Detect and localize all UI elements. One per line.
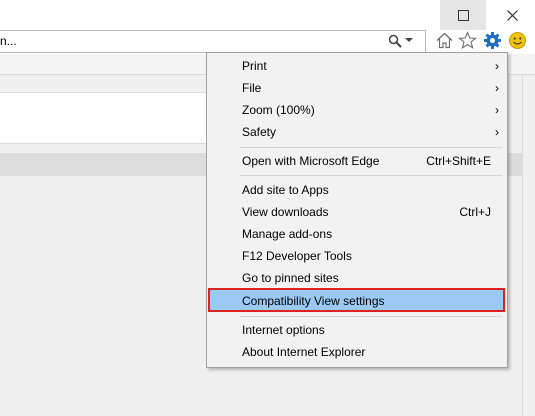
- menu-item-file[interactable]: File ›: [209, 77, 505, 99]
- menu-item-about-internet-explorer[interactable]: About Internet Explorer: [209, 341, 505, 363]
- menu-item-compatibility-view-settings[interactable]: Compatibility View settings: [208, 288, 505, 312]
- maximize-button[interactable]: [440, 0, 486, 30]
- search-icon[interactable]: [388, 34, 402, 48]
- address-bar[interactable]: n...: [0, 30, 426, 53]
- submenu-arrow-icon: ›: [495, 81, 499, 95]
- home-icon[interactable]: [435, 31, 454, 50]
- menu-separator: [240, 316, 502, 317]
- menu-item-print[interactable]: Print ›: [209, 55, 505, 77]
- menu-item-safety[interactable]: Safety ›: [209, 121, 505, 143]
- menu-item-zoom[interactable]: Zoom (100%) ›: [209, 99, 505, 121]
- favorites-star-icon[interactable]: [458, 31, 477, 50]
- address-row: n...: [0, 30, 535, 53]
- page-panel: [0, 92, 215, 144]
- title-bar: [0, 0, 535, 30]
- menu-item-f12-developer-tools[interactable]: F12 Developer Tools: [209, 245, 505, 267]
- address-text: n...: [0, 34, 17, 48]
- menu-item-manage-add-ons[interactable]: Manage add-ons: [209, 223, 505, 245]
- submenu-arrow-icon: ›: [495, 59, 499, 73]
- submenu-arrow-icon: ›: [495, 125, 499, 139]
- menu-item-add-site-to-apps[interactable]: Add site to Apps: [209, 179, 505, 201]
- address-dropdown-icon[interactable]: [405, 38, 413, 42]
- close-icon: [506, 9, 518, 21]
- menu-item-view-downloads[interactable]: View downloads Ctrl+J: [209, 201, 505, 223]
- close-button[interactable]: [489, 0, 535, 30]
- maximize-icon: [457, 9, 469, 21]
- tools-gear-icon[interactable]: [483, 31, 502, 50]
- vertical-scrollbar[interactable]: [522, 75, 535, 416]
- shortcut-label: Ctrl+J: [459, 205, 491, 219]
- shortcut-label: Ctrl+Shift+E: [426, 154, 491, 168]
- menu-item-open-with-edge[interactable]: Open with Microsoft Edge Ctrl+Shift+E: [209, 150, 505, 172]
- menu-item-go-to-pinned-sites[interactable]: Go to pinned sites: [209, 267, 505, 289]
- menu-item-internet-options[interactable]: Internet options: [209, 319, 505, 341]
- tools-menu: Print › File › Zoom (100%) › Safety › Op…: [206, 52, 508, 368]
- submenu-arrow-icon: ›: [495, 103, 499, 117]
- menu-separator: [240, 147, 502, 148]
- feedback-smiley-icon[interactable]: [508, 31, 527, 50]
- menu-separator: [240, 175, 502, 176]
